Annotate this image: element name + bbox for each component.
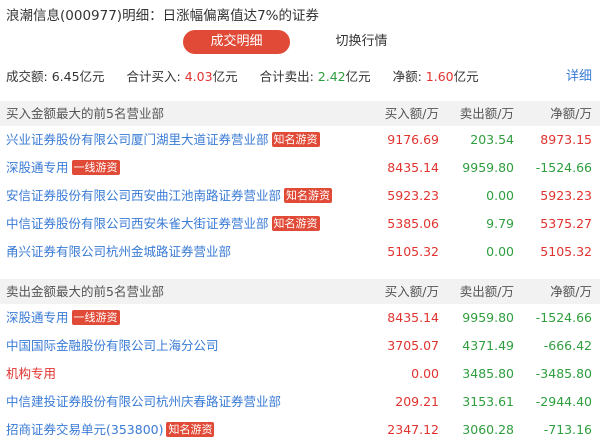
net-amount: -1524.66 xyxy=(535,160,592,175)
net-amount: 8973.15 xyxy=(540,132,592,147)
turnover-unit: 亿元 xyxy=(79,69,105,84)
table-row[interactable]: 中信证券股份有限公司西安朱雀大街证券营业部 知名游资 5385.06 9.79 5375… xyxy=(0,210,600,238)
net-amount: 5923.23 xyxy=(540,188,592,203)
broker-name: 兴业证券股份有限公司厦门湖里大道证券营业部 xyxy=(6,132,269,147)
total-buy-unit: 亿元 xyxy=(212,69,238,84)
turnover-label: 成交额: xyxy=(6,69,48,84)
trader-type-badge: 知名游资 xyxy=(271,132,320,147)
broker-name-link[interactable]: 深股通专用 一线游资 xyxy=(6,154,120,182)
net-amount: -666.42 xyxy=(543,338,592,353)
summary-bar: 成交额: 6.45亿元 合计买入: 4.03亿元 合计卖出: 2.42亿元 净额… xyxy=(6,67,594,87)
trader-type-badge: 知名游资 xyxy=(271,216,320,231)
buy-amount: 2347.12 xyxy=(387,422,439,437)
sell-amount: 0.00 xyxy=(486,188,514,203)
sell-section: 卖出金额最大的前5名营业部 买入额/万 卖出额/万 净额/万 深股通专用 一线游资… xyxy=(0,279,600,444)
table-row[interactable]: 招商证券交易单元(353800) 知名游资 2347.12 3060.28 -713.1… xyxy=(0,416,600,444)
buy-amount: 5923.23 xyxy=(387,188,439,203)
broker-name: 甬兴证券有限公司杭州金城路证券营业部 xyxy=(6,244,232,259)
buy-amount: 3705.07 xyxy=(387,338,439,353)
sell-amount: 203.54 xyxy=(470,132,514,147)
broker-name-link[interactable]: 兴业证券股份有限公司厦门湖里大道证券营业部 知名游资 xyxy=(6,126,320,154)
sell-amount: 9959.80 xyxy=(462,160,514,175)
net-amount: 5375.27 xyxy=(540,216,592,231)
page-title: 浪潮信息(000977)明细：日涨幅偏离值达7%的证券 xyxy=(6,8,319,24)
detail-link[interactable]: 详细 xyxy=(566,67,592,87)
col-buy-header: 买入额/万 xyxy=(384,284,439,299)
col-sell-header: 卖出额/万 xyxy=(459,106,514,121)
total-sell-label: 合计卖出: xyxy=(259,69,314,84)
table-row[interactable]: 安信证券股份有限公司西安曲江池南路证券营业部 知名游资 5923.23 0.00 592… xyxy=(0,182,600,210)
turnover-value: 6.45 xyxy=(51,69,80,84)
table-row[interactable]: 中国国际金融股份有限公司上海分公司 3705.07 4371.49 -666.42 xyxy=(0,332,600,360)
col-net-header: 净额/万 xyxy=(550,284,592,299)
broker-name-link[interactable]: 深股通专用 一线游资 xyxy=(6,304,120,332)
broker-name: 安信证券股份有限公司西安曲江池南路证券营业部 xyxy=(6,188,282,203)
broker-name: 中信建投证券股份有限公司杭州庆春路证券营业部 xyxy=(6,394,282,409)
broker-name-link[interactable]: 中信证券股份有限公司西安朱雀大街证券营业部 知名游资 xyxy=(6,210,320,238)
col-sell-header: 卖出额/万 xyxy=(459,284,514,299)
total-sell-unit: 亿元 xyxy=(345,69,371,84)
net-amount: -2944.40 xyxy=(535,394,592,409)
broker-name: 深股通专用 xyxy=(6,160,69,175)
table-row[interactable]: 深股通专用 一线游资 8435.14 9959.80 -1524.66 xyxy=(0,304,600,332)
trader-type-badge: 知名游资 xyxy=(284,188,333,203)
buy-amount: 5105.32 xyxy=(387,244,439,259)
table-row[interactable]: 机构专用 0.00 3485.80 -3485.80 xyxy=(0,360,600,388)
broker-name-link[interactable]: 招商证券交易单元(353800) 知名游资 xyxy=(6,416,215,444)
table-row[interactable]: 兴业证券股份有限公司厦门湖里大道证券营业部 知名游资 9176.69 203.54 89… xyxy=(0,126,600,154)
net-amount: 5105.32 xyxy=(540,244,592,259)
trader-type-badge: 一线游资 xyxy=(71,160,120,175)
col-buy-header: 买入额/万 xyxy=(384,106,439,121)
broker-name: 中国国际金融股份有限公司上海分公司 xyxy=(6,338,219,353)
sell-amount: 3485.80 xyxy=(462,366,514,381)
broker-name: 招商证券交易单元(353800) xyxy=(6,422,164,437)
broker-name-link[interactable]: 安信证券股份有限公司西安曲江池南路证券营业部 知名游资 xyxy=(6,182,333,210)
buy-amount: 8435.14 xyxy=(387,160,439,175)
buy-amount: 0.00 xyxy=(411,366,439,381)
net-amount: -713.16 xyxy=(543,422,592,437)
buy-section-header: 买入金额最大的前5名营业部 买入额/万 卖出额/万 净额/万 xyxy=(0,101,600,126)
broker-name-link[interactable]: 甬兴证券有限公司杭州金城路证券营业部 xyxy=(6,238,231,266)
broker-name-link[interactable]: 中信建投证券股份有限公司杭州庆春路证券营业部 xyxy=(6,388,281,416)
sell-amount: 3153.61 xyxy=(462,394,514,409)
buy-amount: 9176.69 xyxy=(387,132,439,147)
total-buy-value: 4.03 xyxy=(184,69,213,84)
net-value: 1.60 xyxy=(425,69,454,84)
sell-amount: 3060.28 xyxy=(462,422,514,437)
col-net-header: 净额/万 xyxy=(550,106,592,121)
table-row[interactable]: 中信建投证券股份有限公司杭州庆春路证券营业部 209.21 3153.61 -2944… xyxy=(0,388,600,416)
tab-trade-detail[interactable]: 成交明细 xyxy=(183,30,290,54)
total-sell-value: 2.42 xyxy=(317,69,346,84)
net-unit: 亿元 xyxy=(453,69,479,84)
sell-section-header: 卖出金额最大的前5名营业部 买入额/万 卖出额/万 净额/万 xyxy=(0,279,600,304)
buy-amount: 8435.14 xyxy=(387,310,439,325)
buy-section: 买入金额最大的前5名营业部 买入额/万 卖出额/万 净额/万 兴业证券股份有限公… xyxy=(0,101,600,266)
broker-name-link[interactable]: 机构专用 xyxy=(6,360,56,388)
sell-amount: 9959.80 xyxy=(462,310,514,325)
net-amount: -3485.80 xyxy=(535,366,592,381)
net-label: 净额: xyxy=(392,69,422,84)
sell-amount: 9.79 xyxy=(486,216,514,231)
total-buy-label: 合计买入: xyxy=(126,69,181,84)
trader-type-badge: 知名游资 xyxy=(166,422,215,437)
buy-section-title: 买入金额最大的前5名营业部 xyxy=(6,106,164,121)
buy-amount: 5385.06 xyxy=(387,216,439,231)
table-row[interactable]: 甬兴证券有限公司杭州金城路证券营业部 5105.32 0.00 5105.32 xyxy=(0,238,600,266)
sell-amount: 4371.49 xyxy=(462,338,514,353)
broker-name-link[interactable]: 中国国际金融股份有限公司上海分公司 xyxy=(6,332,219,360)
broker-name: 中信证券股份有限公司西安朱雀大街证券营业部 xyxy=(6,216,269,231)
trader-type-badge: 一线游资 xyxy=(71,310,120,325)
sell-amount: 0.00 xyxy=(486,244,514,259)
table-row[interactable]: 深股通专用 一线游资 8435.14 9959.80 -1524.66 xyxy=(0,154,600,182)
net-amount: -1524.66 xyxy=(535,310,592,325)
broker-name: 机构专用 xyxy=(6,366,57,381)
broker-name: 深股通专用 xyxy=(6,310,69,325)
buy-amount: 209.21 xyxy=(395,394,439,409)
sell-section-title: 卖出金额最大的前5名营业部 xyxy=(6,284,164,299)
tab-switch-quote[interactable]: 切换行情 xyxy=(308,30,415,54)
